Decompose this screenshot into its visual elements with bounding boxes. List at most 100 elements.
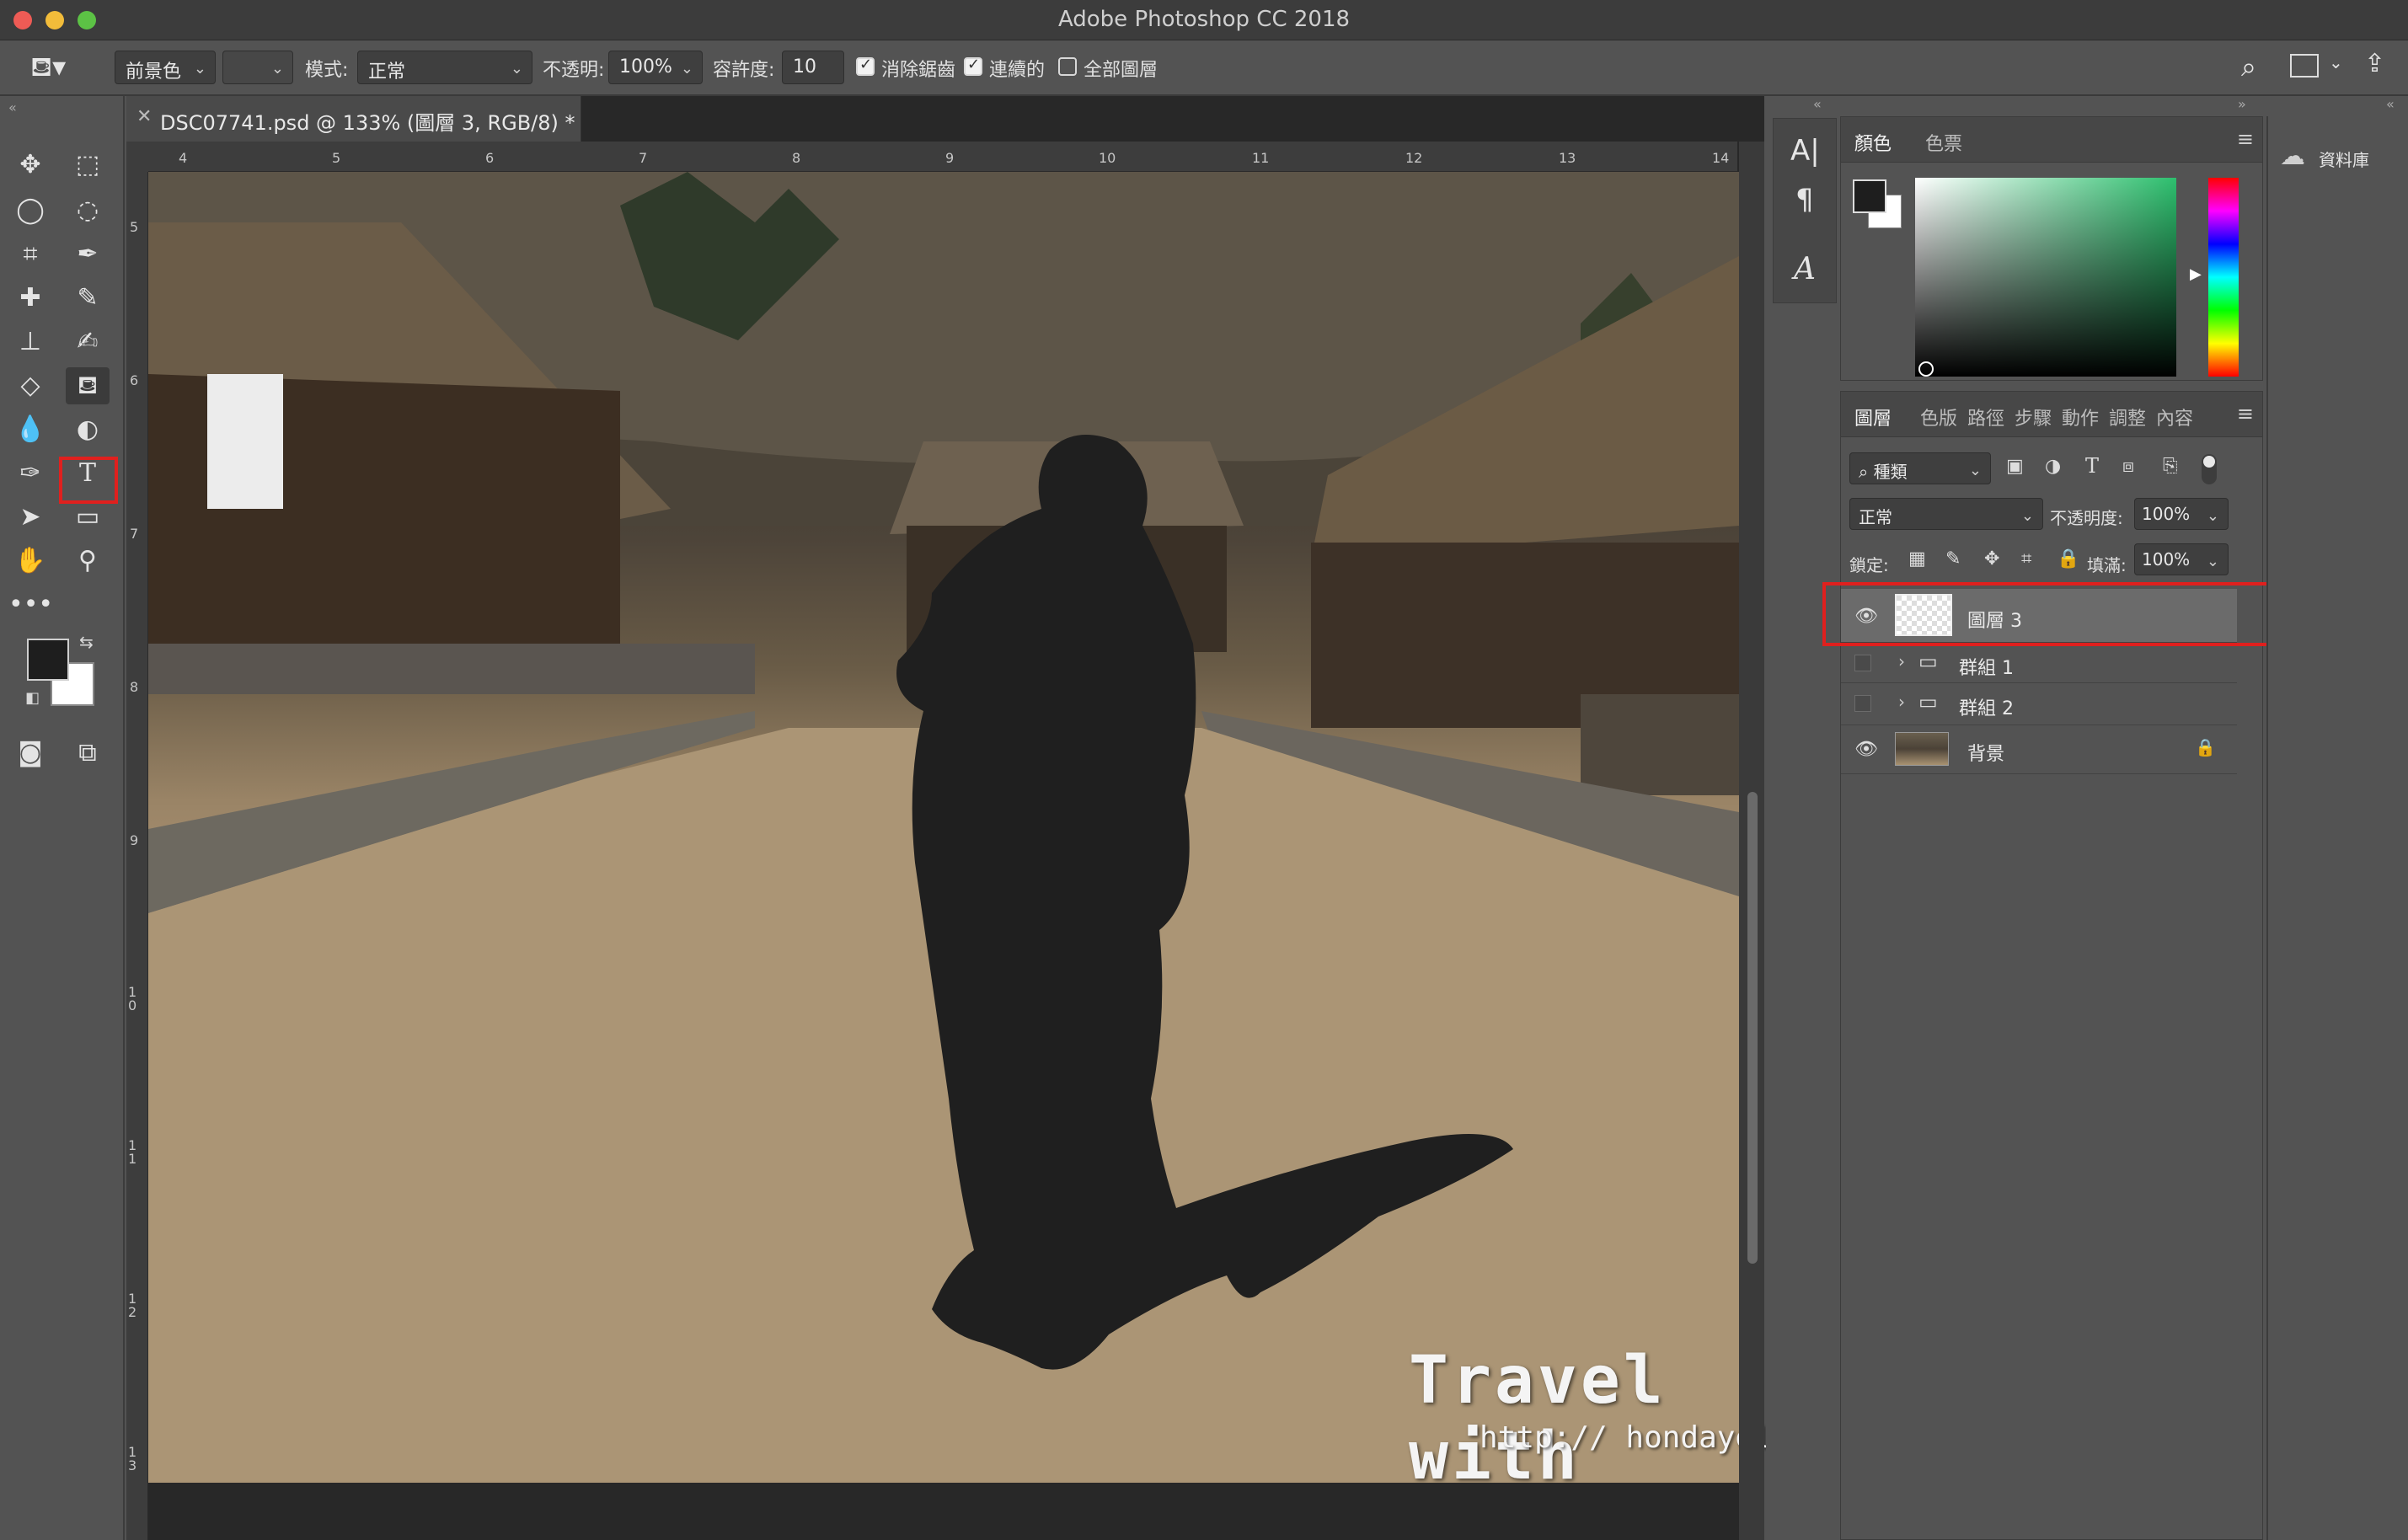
collapse-icon[interactable]: « [8, 99, 17, 115]
filter-shape-icon[interactable]: ⧈ [2122, 456, 2134, 477]
tab-properties[interactable]: 內容 [2156, 404, 2193, 430]
lock-artboard-icon[interactable]: ⌗ [2021, 548, 2031, 569]
panel-menu-icon[interactable]: ≡ [2237, 402, 2254, 425]
fill-source-select[interactable]: 前景色 ⌄ [115, 51, 216, 84]
dodge-tool-icon[interactable]: ◐ [66, 411, 110, 448]
expand-icon[interactable]: » [2238, 96, 2246, 112]
mode-value: 正常 [368, 61, 406, 83]
filter-adjustment-icon[interactable]: ◑ [2045, 456, 2061, 477]
layer-row[interactable]: 👁 背景 🔒 [1841, 725, 2237, 774]
foreground-color-swatch[interactable] [27, 639, 69, 681]
layer-opacity-input[interactable]: 100% ⌄ [2134, 498, 2229, 530]
layer-row[interactable]: › ▭ 群組 1 [1841, 643, 2237, 683]
glyphs-panel-icon[interactable]: A [1794, 252, 1816, 286]
visibility-box[interactable] [1854, 655, 1871, 671]
paint-bucket-tool-icon[interactable]: ⛾ [66, 367, 110, 404]
color-field[interactable] [1915, 178, 2176, 377]
move-tool-icon[interactable]: ✥ [8, 147, 52, 184]
tab-channels[interactable]: 色版 [1920, 404, 1957, 430]
window-title: Adobe Photoshop CC 2018 [1057, 7, 1351, 32]
eyedropper-tool-icon[interactable]: ✒ [66, 236, 110, 273]
layer-filter-select[interactable]: ⌕ 種類 ⌄ [1849, 452, 1991, 484]
close-icon[interactable]: ✕ [136, 106, 152, 127]
paragraph-panel-icon[interactable]: ¶ [1795, 183, 1814, 217]
panel-menu-icon[interactable]: ≡ [2237, 127, 2254, 151]
scrollbar-thumb[interactable] [1747, 792, 1758, 1264]
blur-tool-icon[interactable]: 💧 [8, 411, 52, 448]
screen-mode-icon[interactable]: ⧉ [66, 735, 110, 772]
clone-stamp-tool-icon[interactable]: ⊥ [8, 324, 52, 361]
collapse-icon[interactable]: « [1813, 96, 1822, 112]
filter-pixel-icon[interactable]: ▣ [2006, 456, 2024, 477]
lock-position-icon[interactable]: ✥ [1984, 548, 1999, 569]
tab-actions[interactable]: 動作 [2062, 404, 2099, 430]
lock-pixels-icon[interactable]: ✎ [1945, 548, 1961, 569]
all-layers-checkbox[interactable] [1058, 57, 1077, 76]
opacity-value: 100% [619, 56, 672, 78]
layer-row[interactable]: › ▭ 群組 2 [1841, 683, 2237, 725]
foreground-color-swatch[interactable] [1853, 179, 1886, 213]
tab-swatches[interactable]: 色票 [1925, 129, 1962, 156]
rectangle-tool-icon[interactable]: ▭ [66, 499, 110, 536]
tab-color[interactable]: 顏色 [1854, 129, 1892, 156]
visibility-eye-icon[interactable]: 👁 [1854, 739, 1878, 760]
hand-tool-icon[interactable]: ✋ [8, 543, 52, 580]
collapse-icon[interactable]: « [2386, 96, 2395, 112]
chevron-right-icon[interactable]: › [1898, 651, 1905, 671]
pen-tool-icon[interactable]: ✑ [8, 455, 52, 492]
libraries-label[interactable]: 資料庫 [2319, 147, 2369, 171]
mode-select[interactable]: 正常 ⌄ [357, 51, 532, 84]
lock-all-icon[interactable]: 🔒 [2057, 548, 2079, 569]
hue-slider[interactable] [2208, 178, 2239, 377]
chevron-right-icon[interactable]: › [1898, 692, 1905, 712]
antialias-checkbox[interactable] [856, 56, 875, 76]
search-icon[interactable]: ⌕ [2241, 51, 2256, 83]
marquee-tool-icon[interactable]: ⬚ [66, 147, 110, 184]
filter-type-icon[interactable]: T [2085, 454, 2099, 478]
paint-bucket-tool-preset-icon[interactable]: ⛾▾ [30, 51, 66, 86]
hue-slider-handle-icon[interactable]: ▶ [2190, 265, 2202, 283]
image-canvas[interactable]: Travel with Honda [148, 172, 1739, 1483]
visibility-box[interactable] [1854, 695, 1871, 712]
quick-mask-icon[interactable]: ◙ [8, 735, 52, 772]
healing-brush-tool-icon[interactable]: ✚ [8, 280, 52, 317]
chevron-down-icon[interactable]: ⌄ [2329, 52, 2343, 72]
lasso-tool-icon[interactable]: ◯ [8, 192, 52, 229]
contiguous-checkbox[interactable] [964, 56, 982, 76]
share-icon[interactable]: ⇪ [2364, 49, 2385, 78]
lock-transparent-icon[interactable]: ▦ [1908, 548, 1926, 569]
quick-selection-tool-icon[interactable]: ◌ [66, 192, 110, 229]
ruler-corner [126, 142, 148, 172]
tab-paths[interactable]: 路徑 [1967, 404, 2004, 430]
tab-history[interactable]: 步驟 [2015, 404, 2052, 430]
eraser-tool-icon[interactable]: ◇ [8, 367, 52, 404]
crop-tool-icon[interactable]: ⌗ [8, 236, 52, 273]
tab-layers[interactable]: 圖層 [1854, 404, 1892, 430]
filter-smart-object-icon[interactable]: ⎘ [2163, 456, 2178, 477]
opacity-input[interactable]: 100% ⌄ [608, 51, 703, 84]
fill-input[interactable]: 100% ⌄ [2134, 543, 2229, 575]
color-picker-marker[interactable] [1918, 361, 1934, 377]
history-brush-tool-icon[interactable]: ✍ [66, 324, 110, 361]
more-tools-icon[interactable]: ••• [8, 586, 53, 623]
character-panel-icon[interactable]: A| [1790, 134, 1820, 168]
brush-tool-icon[interactable]: ✎ [66, 280, 110, 317]
default-colors-icon[interactable]: ◧ [25, 689, 40, 707]
layer-filter-value: 種類 [1873, 462, 1908, 482]
workspace-icon[interactable] [2290, 54, 2319, 78]
creative-cloud-icon[interactable]: ☁ [2280, 142, 2305, 171]
layers-panel: 圖層 色版 路徑 步驟 動作 調整 內容 ≡ ⌕ 種類 ⌄ ▣ ◑ T ⧈ ⎘ 正… [1822, 391, 2284, 1540]
antialias-label: 消除鋸齒 [881, 60, 956, 81]
pattern-picker[interactable]: ⌄ [222, 51, 293, 84]
blend-mode-select[interactable]: 正常 ⌄ [1849, 498, 2043, 530]
libraries-panel: ☁ 資料庫 [2266, 116, 2408, 1540]
document-tab[interactable]: ✕ DSC07741.psd @ 133% (圖層 3, RGB/8) * [126, 96, 581, 142]
tolerance-input[interactable]: 10 [782, 51, 844, 84]
vertical-ruler[interactable]: 5 6 7 8 9 10 11 12 13 [126, 172, 148, 1540]
horizontal-ruler[interactable]: 4 5 6 7 8 9 10 11 12 13 14 [148, 142, 1737, 172]
tab-adjustments[interactable]: 調整 [2109, 404, 2146, 430]
zoom-tool-icon[interactable]: ⚲ [66, 543, 110, 580]
type-tool-icon[interactable]: T [66, 455, 110, 492]
swap-colors-icon[interactable]: ⇆ [79, 632, 94, 652]
path-selection-tool-icon[interactable]: ➤ [8, 499, 52, 536]
